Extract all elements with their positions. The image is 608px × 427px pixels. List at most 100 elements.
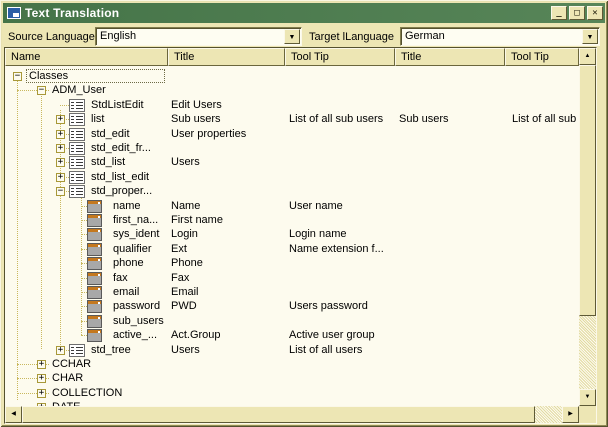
horizontal-scrollbar[interactable]: ◀ ▶ (5, 406, 579, 423)
tree-item-label: active_... (113, 329, 157, 341)
tree-row-active_[interactable]: active_...Act.GroupActive user group (5, 328, 579, 343)
source-language-combobox[interactable]: English ▼ (95, 27, 302, 46)
scroll-left-icon[interactable]: ◀ (5, 406, 22, 423)
scroll-up-icon[interactable]: ▲ (579, 48, 596, 65)
cell-title: Users (171, 344, 200, 356)
column-header-title-2[interactable]: Title (395, 48, 505, 66)
expand-plus-icon[interactable]: + (37, 389, 46, 398)
tree-row-std_list_edit[interactable]: +std_list_edit (5, 170, 579, 185)
tree-item-label: std_edit (91, 128, 130, 140)
translation-tree-table: Name Title Tool Tip Title Tool Tip −Clas… (4, 47, 597, 424)
expand-plus-icon[interactable]: + (56, 346, 65, 355)
cell-title: Login (171, 228, 198, 240)
tree-row-fax[interactable]: fax Fax (5, 271, 579, 286)
tree-row-list[interactable]: +listSub usersList of all sub usersSub u… (5, 112, 579, 127)
column-header-tooltip-1[interactable]: Tool Tip (285, 48, 395, 66)
source-dropdown-arrow-icon[interactable]: ▼ (284, 29, 300, 44)
property-window-icon (87, 286, 102, 299)
tree-item-label: CHAR (52, 372, 83, 384)
expand-plus-icon[interactable]: + (56, 115, 65, 124)
collapse-minus-icon[interactable]: − (37, 86, 46, 95)
tree-row-StdListEdit[interactable]: StdListEdit Edit Users (5, 98, 579, 113)
tree-row-sub_users[interactable]: sub_users (5, 314, 579, 329)
tree-item-label: Classes (29, 70, 68, 82)
class-form-icon (69, 128, 85, 141)
property-window-icon (87, 228, 102, 241)
minimize-button[interactable]: _ (551, 6, 567, 20)
target-dropdown-arrow-icon[interactable]: ▼ (582, 29, 598, 44)
maximize-button[interactable]: □ (569, 6, 585, 20)
cell-tooltip: List of all sub users (289, 113, 383, 125)
tree-item-label: email (113, 286, 139, 298)
tree-item-label: std_list (91, 156, 125, 168)
expand-plus-icon[interactable]: + (56, 130, 65, 139)
class-form-icon (69, 99, 85, 112)
tree-row-Classes[interactable]: −Classes (5, 69, 579, 84)
tree-item-label: std_tree (91, 344, 131, 356)
cell-title: Fax (171, 272, 189, 284)
target-language-combobox[interactable]: German ▼ (400, 27, 600, 46)
tree-row-std_tree[interactable]: + std_tree Users List of all users (5, 343, 579, 358)
expand-plus-icon[interactable]: + (56, 158, 65, 167)
tree-row-std_edit[interactable]: +std_editUser properties (5, 127, 579, 142)
scroll-right-icon[interactable]: ▶ (562, 406, 579, 423)
scroll-down-icon[interactable]: ▼ (579, 389, 596, 406)
cell-title: Name (171, 200, 200, 212)
cell-tooltip: List of all sub (512, 113, 576, 125)
vertical-scrollbar[interactable]: ▲ ▼ (579, 48, 596, 406)
class-form-icon (69, 142, 85, 155)
expand-plus-icon[interactable]: + (56, 144, 65, 153)
property-window-icon (87, 243, 102, 256)
expand-plus-icon[interactable]: + (37, 360, 46, 369)
cell-title: Act.Group (171, 329, 221, 341)
property-window-icon (87, 329, 102, 342)
expand-plus-icon[interactable]: + (37, 374, 46, 383)
tree-row-ADM_User[interactable]: −ADM_User (5, 83, 579, 98)
tree-row-CCHAR[interactable]: + CCHAR (5, 357, 579, 372)
tree-row-std_edit_fr[interactable]: +std_edit_fr... (5, 141, 579, 156)
tree-connector-line (60, 105, 69, 106)
horizontal-scroll-track[interactable] (535, 406, 562, 423)
tree-item-label: password (113, 300, 160, 312)
tree-row-first_na[interactable]: first_na...First name (5, 213, 579, 228)
tree-item-label: StdListEdit (91, 99, 144, 111)
tree-row-std_proper[interactable]: − std_proper... (5, 184, 579, 199)
property-window-icon (87, 214, 102, 227)
tree-row-CHAR[interactable]: + CHAR (5, 371, 579, 386)
tree-row-email[interactable]: emailEmail (5, 285, 579, 300)
vertical-scroll-thumb[interactable] (579, 65, 596, 316)
horizontal-scroll-thumb[interactable] (22, 406, 535, 423)
tree-item-label: std_proper... (91, 185, 152, 197)
cell-title: Edit Users (171, 99, 222, 111)
property-window-icon (87, 257, 102, 270)
source-language-value: English (100, 30, 136, 42)
tree-row-phone[interactable]: phonePhone (5, 256, 579, 271)
cell-title: Sub users (399, 113, 449, 125)
column-header-title-1[interactable]: Title (168, 48, 285, 66)
tree-row-qualifier[interactable]: qualifierExtName extension f... (5, 242, 579, 257)
cell-tooltip: List of all users (289, 344, 362, 356)
tree-row-COLLECTION[interactable]: +COLLECTION (5, 386, 579, 401)
tree-item-label: CCHAR (52, 358, 91, 370)
cell-title: Ext (171, 243, 187, 255)
tree-row-std_list[interactable]: +std_listUsers (5, 155, 579, 170)
close-button[interactable]: ✕ (587, 6, 603, 20)
column-header-name[interactable]: Name (5, 48, 168, 66)
tree-row-password[interactable]: passwordPWDUsers password (5, 299, 579, 314)
title-bar[interactable]: Text Translation _ □ ✕ (3, 3, 605, 23)
class-form-icon (69, 185, 85, 198)
class-form-icon (69, 344, 85, 357)
tree-item-label: fax (113, 272, 128, 284)
tree-row-sys_ident[interactable]: sys_identLoginLogin name (5, 227, 579, 242)
column-header-tooltip-2[interactable]: Tool Tip (505, 48, 579, 66)
collapse-minus-icon[interactable]: − (56, 187, 65, 196)
window-title: Text Translation (25, 6, 549, 20)
target-language-value: German (405, 30, 445, 42)
collapse-minus-icon[interactable]: − (13, 72, 22, 81)
tree-row-name[interactable]: nameNameUser name (5, 199, 579, 214)
tree-item-label: phone (113, 257, 144, 269)
tree-item-label: first_na... (113, 214, 158, 226)
vertical-scroll-track[interactable] (579, 316, 596, 389)
expand-plus-icon[interactable]: + (56, 173, 65, 182)
class-form-icon (69, 113, 85, 126)
